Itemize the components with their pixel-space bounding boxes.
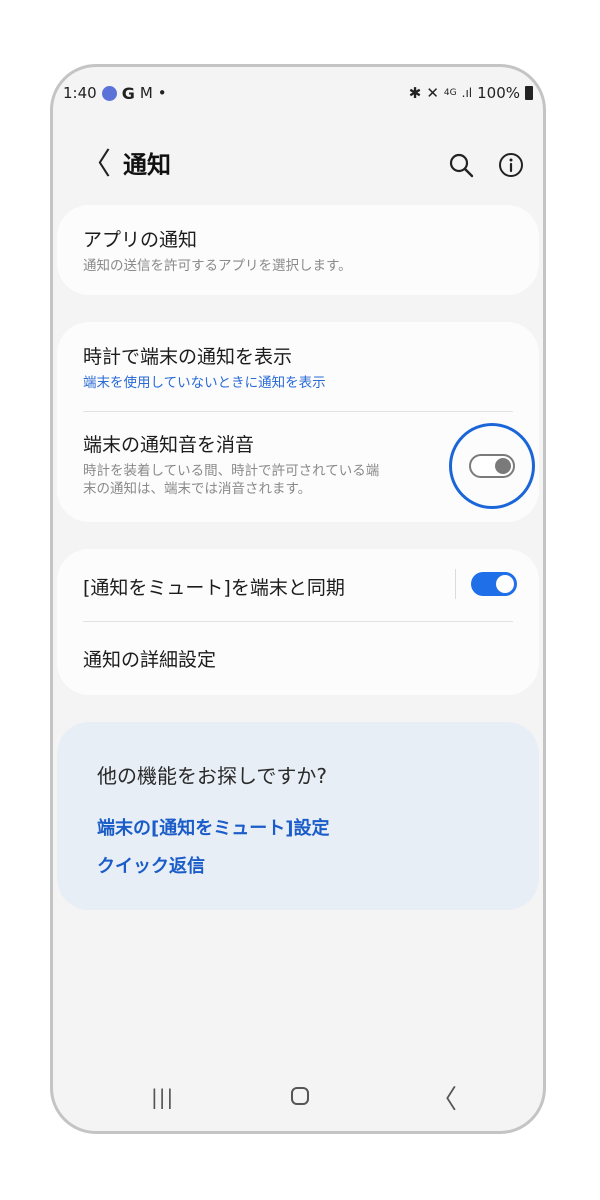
home-button[interactable] (291, 1087, 309, 1105)
google-icon: G (121, 83, 135, 103)
mute-sound-item[interactable]: 端末の通知音を消音 時計を装着している間、時計で許可されている端 末の通知は、端… (83, 430, 439, 498)
sync-mute-title: [通知をミュート]を端末と同期 (83, 577, 345, 599)
status-time: 1:40 (63, 84, 97, 102)
watch-settings-card: 時計で端末の通知を表示 端末を使用していないときに通知を表示 端末の通知音を消音… (57, 322, 539, 522)
sync-mute-item[interactable]: [通知をミュート]を端末と同期 (83, 573, 439, 600)
sync-settings-card: [通知をミュート]を端末と同期 通知の詳細設定 (57, 549, 539, 695)
wear-app-icon (101, 85, 117, 101)
battery-percent: 100% (477, 84, 520, 102)
bluetooth-icon: ✱ (408, 84, 422, 102)
show-on-watch-title: 時計で端末の通知を表示 (83, 346, 293, 368)
info-icon (499, 153, 523, 177)
page-title: 通知 (123, 151, 171, 179)
sync-mute-toggle[interactable] (471, 572, 517, 596)
status-bar: 1:40 G M • ✱ ✕ 4G .ıl 100% (63, 81, 533, 105)
highlight-circle (449, 423, 535, 509)
gmail-icon: M (139, 84, 153, 102)
advanced-settings-item[interactable]: 通知の詳細設定 (83, 645, 513, 672)
battery-icon (525, 86, 533, 100)
network-type: 4G (443, 88, 457, 98)
toggle-knob (496, 575, 514, 593)
divider (83, 621, 513, 622)
app-notifications-subtitle: 通知の送信を許可するアプリを選択します。 (83, 258, 352, 274)
phone-frame: 1:40 G M • ✱ ✕ 4G .ıl 100% 〈 通知 アプリの通知 通… (50, 64, 546, 1134)
advanced-settings-title: 通知の詳細設定 (83, 649, 217, 671)
suggestions-title: 他の機能をお探しですか? (97, 764, 328, 788)
search-icon (449, 153, 474, 178)
app-header: 〈 通知 (53, 145, 543, 185)
search-button[interactable] (447, 151, 475, 179)
show-on-watch-item[interactable]: 時計で端末の通知を表示 端末を使用していないときに通知を表示 (83, 342, 513, 392)
app-notifications-card: アプリの通知 通知の送信を許可するアプリを選択します。 (57, 205, 539, 295)
mute-sound-subtitle-line1: 時計を装着している間、時計で許可されている端 (83, 463, 380, 479)
mute-sound-subtitle-line2: 末の通知は、端末では消音されます。 (83, 481, 312, 497)
toggle-separator (455, 569, 456, 599)
suggestions-card: 他の機能をお探しですか? 端末の[通知をミュート]設定 クイック返信 (57, 722, 539, 910)
recent-apps-button[interactable]: ||| (151, 1085, 174, 1109)
show-on-watch-subtitle: 端末を使用していないときに通知を表示 (83, 375, 326, 391)
mute-settings-link[interactable]: 端末の[通知をミュート]設定 (97, 814, 329, 840)
info-button[interactable] (497, 151, 525, 179)
mute-sound-subtitle: 時計を装着している間、時計で許可されている端 末の通知は、端末では消音されます。 (83, 462, 439, 498)
mute-icon: ✕ (426, 84, 439, 102)
navigation-bar: ||| 〈 (53, 1077, 543, 1117)
signal-icon: .ıl (461, 86, 473, 100)
back-button[interactable]: 〈 (81, 145, 111, 185)
more-notifications-dot: • (157, 84, 167, 102)
app-notifications-title: アプリの通知 (83, 229, 198, 251)
mute-sound-title: 端末の通知音を消音 (83, 434, 255, 456)
nav-back-button[interactable]: 〈 (431, 1079, 457, 1116)
divider (83, 411, 513, 412)
app-notifications-item[interactable]: アプリの通知 通知の送信を許可するアプリを選択します。 (83, 225, 513, 275)
quick-reply-link[interactable]: クイック返信 (97, 852, 205, 878)
